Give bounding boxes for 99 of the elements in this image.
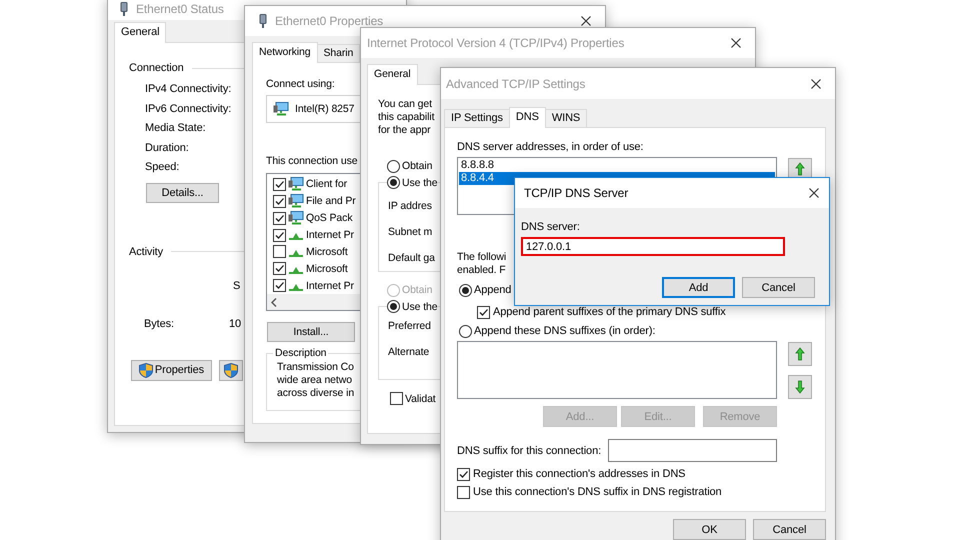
component-label[interactable]: Internet Pr xyxy=(306,280,354,292)
radio-button[interactable] xyxy=(459,324,472,338)
shield-button[interactable] xyxy=(219,360,243,380)
radio-label[interactable]: Append these DNS suffixes (in order): xyxy=(474,325,656,337)
description-text: Transmission Co wide area netwo across diverse in xyxy=(277,361,354,400)
field-label: Media State: xyxy=(145,121,207,136)
tab[interactable]: General xyxy=(114,22,166,43)
group-heading: Description xyxy=(274,347,328,359)
field-label: IPv4 Connectivity: xyxy=(145,82,232,97)
component-label[interactable]: Microsoft xyxy=(306,262,348,275)
field-label: Preferred xyxy=(388,319,431,334)
install-button[interactable]: Install... xyxy=(267,322,355,342)
move-up-button[interactable] xyxy=(788,158,812,179)
window-title: Advanced TCP/IP Settings xyxy=(446,76,586,90)
shield-icon xyxy=(138,362,153,378)
network-computer-icon xyxy=(288,211,304,226)
close-icon[interactable] xyxy=(809,188,819,198)
checkbox[interactable] xyxy=(273,228,286,242)
network-computer-icon xyxy=(273,102,289,116)
close-icon[interactable] xyxy=(811,78,821,88)
plug-icon xyxy=(259,14,267,28)
up-arrow-icon xyxy=(795,347,805,361)
intro-text: You can get this capabilit for the appr xyxy=(378,98,434,137)
tab[interactable]: IP Settings xyxy=(444,109,510,127)
column-label: S xyxy=(233,280,240,292)
details-button[interactable]: Details... xyxy=(146,182,219,202)
chevron-left-icon[interactable] xyxy=(271,298,277,307)
component-label[interactable]: Microsoft xyxy=(306,246,348,258)
checkbox-label[interactable]: Register this connection's addresses in DNS xyxy=(473,468,686,480)
checkbox[interactable] xyxy=(273,279,286,292)
radio-label[interactable]: Obtain xyxy=(402,160,432,172)
dns-suffix-field[interactable] xyxy=(608,439,777,462)
window-title: TCP/IP DNS Server xyxy=(524,186,628,200)
window-title: Internet Protocol Version 4 (TCP/IPv4) Properties xyxy=(367,36,624,50)
dialog-button[interactable]: Cancel xyxy=(742,277,815,298)
field-label: Default ga xyxy=(388,251,435,266)
checkbox[interactable] xyxy=(273,262,286,276)
checkbox-label[interactable]: Use this connection's DNS suffix in DNS registration xyxy=(473,486,722,498)
checkbox[interactable] xyxy=(273,212,286,225)
field-label: Alternate xyxy=(388,345,430,360)
checkbox-label[interactable]: Validat xyxy=(405,392,436,404)
info-text: The followi enabled. F xyxy=(457,251,506,277)
field-label: DNS server addresses, in order of use: xyxy=(457,140,644,154)
dialog-button[interactable]: Add xyxy=(662,277,735,298)
dialog-button[interactable]: OK xyxy=(673,519,746,540)
radio-button[interactable] xyxy=(387,176,400,189)
component-label[interactable]: Internet Pr xyxy=(306,229,354,242)
tab[interactable]: Sharin xyxy=(316,44,360,62)
radio-label[interactable]: Use the xyxy=(402,176,438,188)
field-label: Subnet m xyxy=(388,225,432,240)
down-arrow-icon xyxy=(795,380,805,394)
close-icon[interactable] xyxy=(731,38,741,48)
field-label: Connect using: xyxy=(266,77,335,91)
network-computer-icon xyxy=(288,194,304,208)
field-label: Speed: xyxy=(145,160,180,175)
checkbox[interactable] xyxy=(273,194,286,208)
adapter-name: Intel(R) 8257 xyxy=(295,103,354,115)
list-item[interactable]: 8.8.8.8 xyxy=(459,159,775,172)
radio-label[interactable]: Use the xyxy=(402,300,438,312)
radio-label[interactable]: Append xyxy=(474,284,512,296)
component-label[interactable]: File and Pr xyxy=(306,195,356,208)
close-icon[interactable] xyxy=(581,16,591,26)
bytes-label: Bytes: xyxy=(144,316,175,330)
radio-button[interactable] xyxy=(459,284,472,296)
group-heading: Connection xyxy=(129,61,184,75)
dialog-button[interactable]: Cancel xyxy=(753,519,826,540)
checkbox[interactable] xyxy=(390,392,403,405)
up-arrow-icon xyxy=(795,162,805,176)
window-title: Ethernet0 Status xyxy=(136,2,224,16)
checkbox[interactable] xyxy=(273,178,286,191)
field-label: IP addres xyxy=(388,199,432,214)
component-label[interactable]: QoS Pack xyxy=(306,212,352,224)
tab[interactable]: DNS xyxy=(508,107,546,128)
radio-button[interactable] xyxy=(387,160,400,172)
checkbox[interactable] xyxy=(273,245,286,258)
tab[interactable]: WINS xyxy=(544,109,588,127)
move-up-button[interactable] xyxy=(788,342,812,366)
network-computer-icon xyxy=(288,177,304,192)
checkbox[interactable] xyxy=(457,468,470,480)
checkbox[interactable] xyxy=(457,486,470,498)
field-label: This connection use xyxy=(266,154,358,168)
window-title: Ethernet0 Properties xyxy=(275,14,384,28)
group-heading: Activity xyxy=(129,244,164,258)
move-down-button[interactable] xyxy=(788,375,812,399)
properties-button[interactable]: Properties xyxy=(131,360,212,380)
radio-button[interactable] xyxy=(387,300,400,313)
field-label: DNS server: xyxy=(521,220,580,234)
field-label: DNS suffix for this connection: xyxy=(457,444,602,456)
tab[interactable]: General xyxy=(367,64,418,85)
tab[interactable]: Networking xyxy=(252,42,318,63)
plug-icon xyxy=(120,2,128,16)
component-label[interactable]: Client for xyxy=(306,178,348,190)
dns-server-field[interactable]: 127.0.0.1 xyxy=(521,237,785,256)
shield-icon xyxy=(224,362,238,378)
checkbox[interactable] xyxy=(477,306,490,318)
bytes-value: 10 xyxy=(229,316,242,330)
field-label: Duration: xyxy=(145,140,190,156)
field-label: IPv6 Connectivity: xyxy=(145,102,232,116)
checkbox-label[interactable]: Append parent suffixes of the primary DNS suffix xyxy=(493,306,726,318)
